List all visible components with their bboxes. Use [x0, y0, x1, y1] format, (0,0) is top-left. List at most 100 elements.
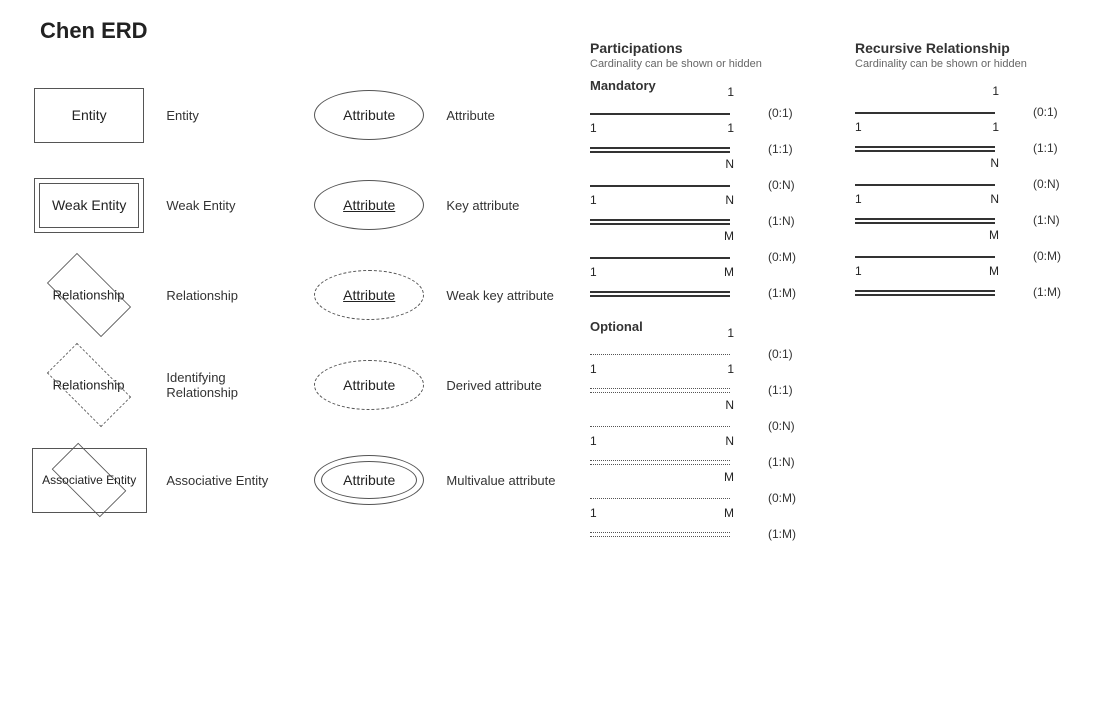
assoc-entity-label: Associative Entity — [42, 473, 136, 487]
attribute-desc: Attribute — [446, 108, 580, 123]
cardinality-01: (0:1) — [768, 106, 818, 120]
rec-num-left-1n: 1 — [855, 192, 862, 206]
rec-row-0m: M (0:M) — [855, 242, 1105, 270]
identifying-rel-shape-container: Relationship — [20, 355, 158, 415]
rec-line-1n: 1 N — [855, 206, 1025, 234]
diamond: Relationship — [47, 253, 131, 337]
shape-row-entity: Entity Entity Attribute Attribute — [20, 70, 580, 160]
opt-cardinality-1m: (1:M) — [768, 527, 818, 541]
rec-line-1m: 1 M — [855, 278, 1025, 306]
shape-row-relationship: Relationship Relationship Attribute Weak… — [20, 250, 580, 340]
opt-num-right-1m: M — [724, 506, 734, 520]
multivalue-inner-ellipse: Attribute — [321, 461, 417, 499]
rec-row-01: 1 (0:1) — [855, 98, 1105, 126]
rec-num-right-01: 1 — [992, 84, 999, 98]
key-attribute-label: Attribute — [343, 197, 395, 213]
cardinality-1n: (1:N) — [768, 214, 818, 228]
attribute-shape-container: Attribute — [300, 90, 438, 140]
opt-cardinality-0m: (0:M) — [768, 491, 818, 505]
rec-line-11: 1 1 — [855, 134, 1025, 162]
solid-line-0m — [590, 257, 730, 259]
weak-entity-desc: Weak Entity — [166, 198, 300, 213]
recursive-panel: Recursive Relationship Cardinality can b… — [855, 40, 1105, 314]
rec-row-11: 1 1 (1:1) — [855, 134, 1105, 162]
part-line-0m: M — [590, 243, 760, 271]
num-right-01: 1 — [727, 85, 734, 99]
rec-num-right-0n: N — [990, 156, 999, 170]
rec-num-left-11: 1 — [855, 120, 862, 134]
part-row-optional-01: 1 (0:1) — [590, 340, 840, 368]
rec-solid-0n — [855, 184, 995, 186]
part-line-0n: N — [590, 171, 760, 199]
part-row-mandatory-0n: N (0:N) — [590, 171, 840, 199]
participations-panel: Participations Cardinality can be shown … — [590, 40, 840, 556]
part-row-mandatory-01: 1 (0:1) — [590, 99, 840, 127]
part-row-mandatory-11: 1 1 (1:1) — [590, 135, 840, 163]
dotted-line-0m — [590, 498, 730, 499]
recursive-title: Recursive Relationship — [855, 40, 1105, 56]
relationship-shape-container: Relationship — [20, 265, 158, 325]
part-dotted-dbl-1n: 1 N — [590, 448, 760, 476]
relationship-shape: Relationship — [34, 265, 144, 325]
num-right-1n: N — [725, 193, 734, 207]
opt-num-right-11: 1 — [727, 362, 734, 376]
rec-num-right-0m: M — [989, 228, 999, 242]
relationship-label: Relationship — [53, 287, 125, 302]
part-row-mandatory-0m: M (0:M) — [590, 243, 840, 271]
part-row-optional-0m: M (0:M) — [590, 484, 840, 512]
derived-attribute-label: Attribute — [343, 377, 395, 393]
participations-title: Participations — [590, 40, 840, 56]
part-dotted-line-01: 1 — [590, 340, 760, 368]
part-row-mandatory-1m: 1 M (1:M) — [590, 279, 840, 307]
part-row-optional-1m: 1 M (1:M) — [590, 520, 840, 548]
rec-cardinality-0n: (0:N) — [1033, 177, 1083, 191]
derived-attribute-desc: Derived attribute — [446, 378, 580, 393]
opt-cardinality-01: (0:1) — [768, 347, 818, 361]
part-row-optional-11: 1 1 (1:1) — [590, 376, 840, 404]
rec-solid-0m — [855, 256, 995, 258]
part-dotted-line-0m: M — [590, 484, 760, 512]
part-line-1m: 1 M — [590, 279, 760, 307]
part-row-mandatory-1n: 1 N (1:N) — [590, 207, 840, 235]
solid-line-01 — [590, 113, 730, 115]
rec-row-1m: 1 M (1:M) — [855, 278, 1105, 306]
rec-cardinality-1m: (1:M) — [1033, 285, 1083, 299]
opt-cardinality-1n: (1:N) — [768, 455, 818, 469]
part-row-optional-0n: N (0:N) — [590, 412, 840, 440]
weak-entity-shape-container: Weak Entity — [20, 178, 158, 233]
multivalue-attribute-label: Attribute — [343, 472, 395, 488]
rec-line-01: 1 — [855, 98, 1025, 126]
derived-attribute-shape: Attribute — [314, 360, 424, 410]
attribute-shape: Attribute — [314, 90, 424, 140]
num-left-1m: 1 — [590, 265, 597, 279]
key-attribute-desc: Key attribute — [446, 198, 580, 213]
key-attribute-shape: Attribute — [314, 180, 424, 230]
part-line-01: 1 — [590, 99, 760, 127]
rec-line-0n: N — [855, 170, 1025, 198]
part-line-1n: 1 N — [590, 207, 760, 235]
part-row-optional-1n: 1 N (1:N) — [590, 448, 840, 476]
part-dotted-dbl-1m: 1 M — [590, 520, 760, 548]
opt-cardinality-11: (1:1) — [768, 383, 818, 397]
weak-entity-label: Weak Entity — [52, 197, 126, 213]
shape-row-weak-entity: Weak Entity Weak Entity Attribute Key at… — [20, 160, 580, 250]
derived-attr-shape-container: Attribute — [300, 360, 438, 410]
num-right-0m: M — [724, 229, 734, 243]
multivalue-attribute-desc: Multivalue attribute — [446, 473, 580, 488]
rec-cardinality-0m: (0:M) — [1033, 249, 1083, 263]
rec-cardinality-1n: (1:N) — [1033, 213, 1083, 227]
weak-key-attr-shape-container: Attribute — [300, 270, 438, 320]
rec-num-left-1m: 1 — [855, 264, 862, 278]
rec-cardinality-01: (0:1) — [1033, 105, 1083, 119]
weak-key-attribute-label: Attribute — [343, 287, 395, 303]
dotted-line-01 — [590, 354, 730, 355]
multi-attr-shape-container: Attribute — [300, 455, 438, 505]
optional-label: Optional — [590, 319, 840, 334]
opt-num-left-11: 1 — [590, 362, 597, 376]
shapes-panel: Entity Entity Attribute Attribute Weak E… — [20, 70, 580, 530]
opt-num-right-01: 1 — [727, 326, 734, 340]
identifying-rel-desc: Identifying Relationship — [166, 370, 300, 400]
entity-shape: Entity — [34, 88, 144, 143]
entity-shape-container: Entity — [20, 88, 158, 143]
weak-entity-shape: Weak Entity — [34, 178, 144, 233]
